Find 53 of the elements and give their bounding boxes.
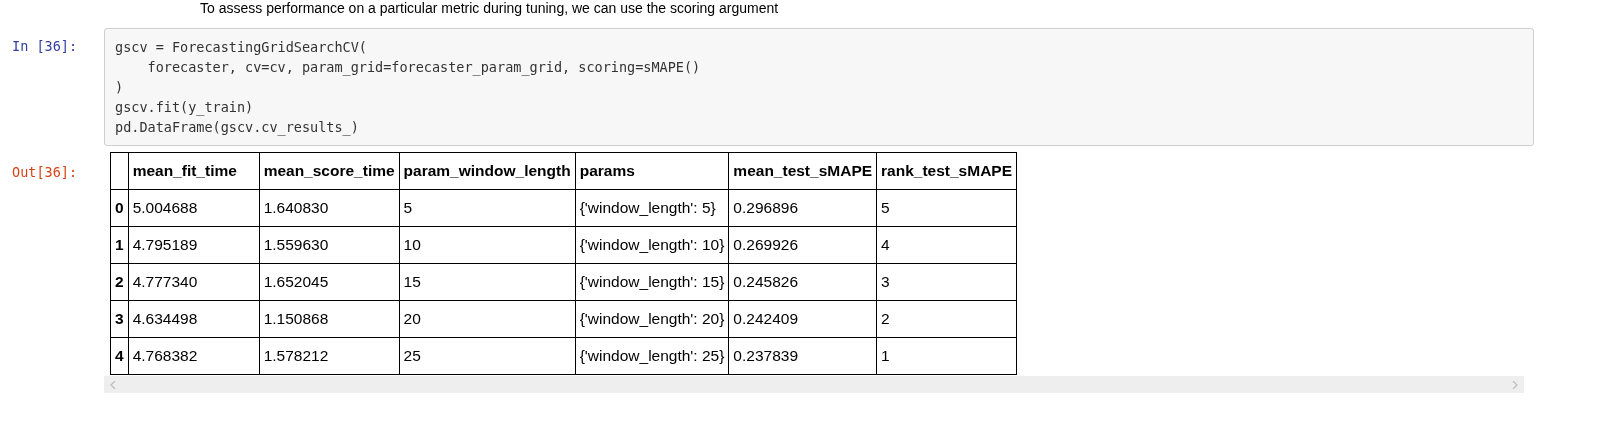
table-cell: 15: [399, 263, 576, 301]
table-cell: 1.559630: [259, 226, 400, 264]
table-cell: 0.296896: [728, 189, 877, 227]
table-cell: 5.004688: [128, 189, 260, 227]
row-index: 3: [110, 300, 129, 338]
code-line: gscv.fit(y_train): [115, 98, 255, 117]
column-header: params: [575, 152, 729, 190]
code-line: gscv = ForecastingGridSearchCV(: [115, 38, 368, 57]
horizontal-scrollbar[interactable]: [104, 376, 1524, 393]
column-header: rank_test_sMAPE: [876, 152, 1017, 190]
table-cell: {'window_length': 20}: [575, 300, 729, 338]
row-index: 1: [110, 226, 129, 264]
table-cell: 0.245826: [728, 263, 877, 301]
input-prompt: In [36]:: [11, 37, 79, 56]
table-cell: {'window_length': 5}: [575, 189, 729, 227]
table-cell: 1.652045: [259, 263, 400, 301]
code-line: ): [115, 78, 125, 97]
column-header: mean_fit_time: [128, 152, 260, 190]
table-cell: 20: [399, 300, 576, 338]
code-line: pd.DataFrame(gscv.cv_results_): [115, 118, 360, 137]
table-cell: 1.640830: [259, 189, 400, 227]
table-cell: 1.578212: [259, 337, 400, 375]
table-cell: 3: [876, 263, 1017, 301]
column-header: mean_score_time: [259, 152, 400, 190]
code-line: forecaster, cv=cv, param_grid=forecaster_param_grid, scoring=sMAPE(): [146, 58, 702, 77]
table-cell: 4.634498: [128, 300, 260, 338]
table-cell: 4.777340: [128, 263, 260, 301]
table-cell: 10: [399, 226, 576, 264]
row-index: 4: [110, 337, 129, 375]
table-cell: 25: [399, 337, 576, 375]
code-editor[interactable]: gscv = ForecastingGridSearchCV( forecaster, cv=cv, param_grid=forecaster_param_grid, scoring=sMAPE() ) gscv.fit(y_train) pd.DataFrame(gscv.cv_results_): [104, 28, 1534, 146]
table-cell: 2: [876, 300, 1017, 338]
row-index: 0: [110, 189, 129, 227]
table-cell: 0.242409: [728, 300, 877, 338]
table-cell: 0.237839: [728, 337, 877, 375]
column-header: param_window_length: [399, 152, 576, 190]
table-cell: 5: [399, 189, 576, 227]
table-cell: 1.150868: [259, 300, 400, 338]
table-cell: {'window_length': 10}: [575, 226, 729, 264]
table-cell: 4.768382: [128, 337, 260, 375]
table-cell: 5: [876, 189, 1017, 227]
table-cell: 4.795189: [128, 226, 260, 264]
table-cell: 0.269926: [728, 226, 877, 264]
output-prompt: Out[36]:: [11, 163, 79, 182]
column-header: mean_test_sMAPE: [728, 152, 877, 190]
scroll-left-icon[interactable]: [110, 380, 116, 389]
table-cell: 4: [876, 226, 1017, 264]
paragraph-text: To assess performance on a particular metric during tuning, we can use the scoring argument: [200, 0, 780, 18]
table-cell: {'window_length': 15}: [575, 263, 729, 301]
row-index: 2: [110, 263, 129, 301]
scroll-right-icon[interactable]: [1512, 380, 1518, 389]
table-cell: 1: [876, 337, 1017, 375]
table-cell: {'window_length': 25}: [575, 337, 729, 375]
